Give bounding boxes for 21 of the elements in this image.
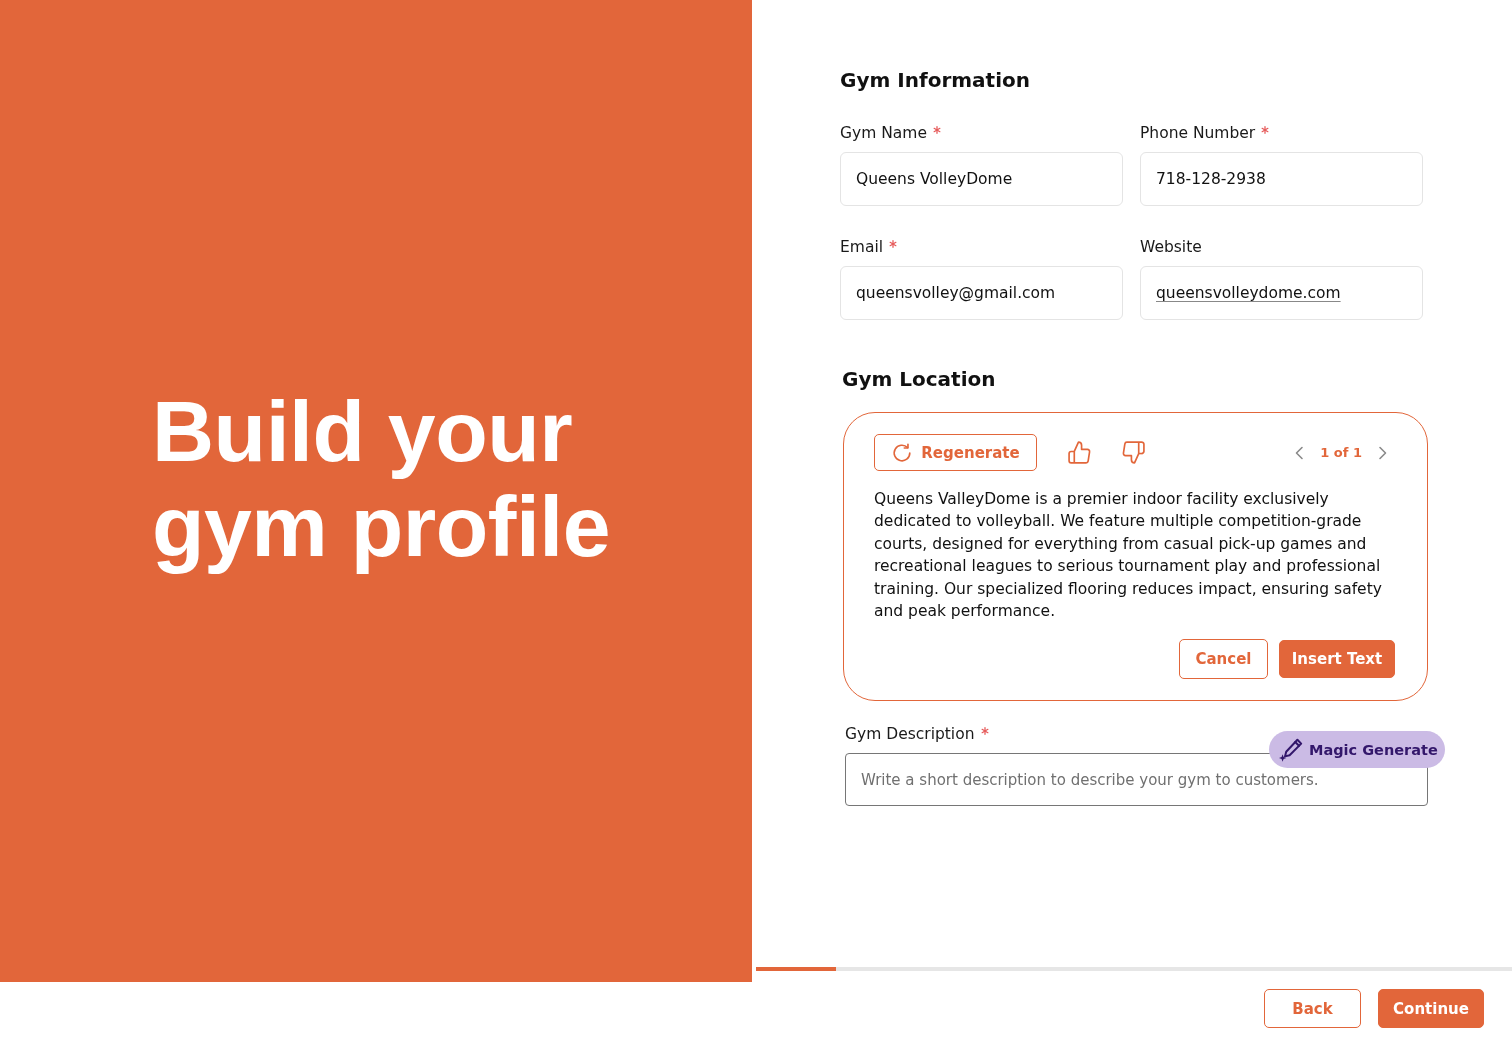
field-label: Website (1140, 238, 1202, 256)
page-counter: 1 of 1 (1320, 445, 1362, 460)
section-heading: Gym Location (842, 366, 996, 393)
section-heading: Gym Information (840, 67, 1030, 94)
thumbs-up-icon[interactable] (1067, 440, 1092, 465)
thumbs-down-icon[interactable] (1121, 440, 1146, 465)
field-label: Phone Number (1140, 124, 1256, 142)
pen-sparkle-icon (1279, 737, 1303, 762)
hero-title: Build your gym profile (152, 384, 611, 574)
input-field[interactable]: 718-128-2938 (1140, 152, 1423, 206)
magic-generate-button[interactable]: Magic Generate (1269, 731, 1445, 769)
field-label: Gym Description (845, 725, 975, 744)
input-field[interactable]: queensvolley@gmail.com (840, 266, 1123, 320)
generated-description-text: Queens ValleyDome is a premier indoor facility exclusively dedicated to volleyball. We feature multiple competition-grade courts, designed for everything from casual pick-up games and recreational leagues to serious tournament play and professional training. Our specialized flooring reduces impact, ensuring safety and peak performance. (874, 489, 1383, 623)
url-input-field[interactable]: queensvolleydome.com (1140, 266, 1423, 320)
input-field[interactable]: Queens VolleyDome (840, 152, 1123, 206)
field-label: Gym Name (840, 124, 927, 142)
chevron-right-icon[interactable] (1378, 445, 1388, 460)
refresh-icon (891, 441, 914, 464)
field-label: Email (840, 238, 883, 256)
chevron-left-icon[interactable] (1294, 445, 1305, 460)
